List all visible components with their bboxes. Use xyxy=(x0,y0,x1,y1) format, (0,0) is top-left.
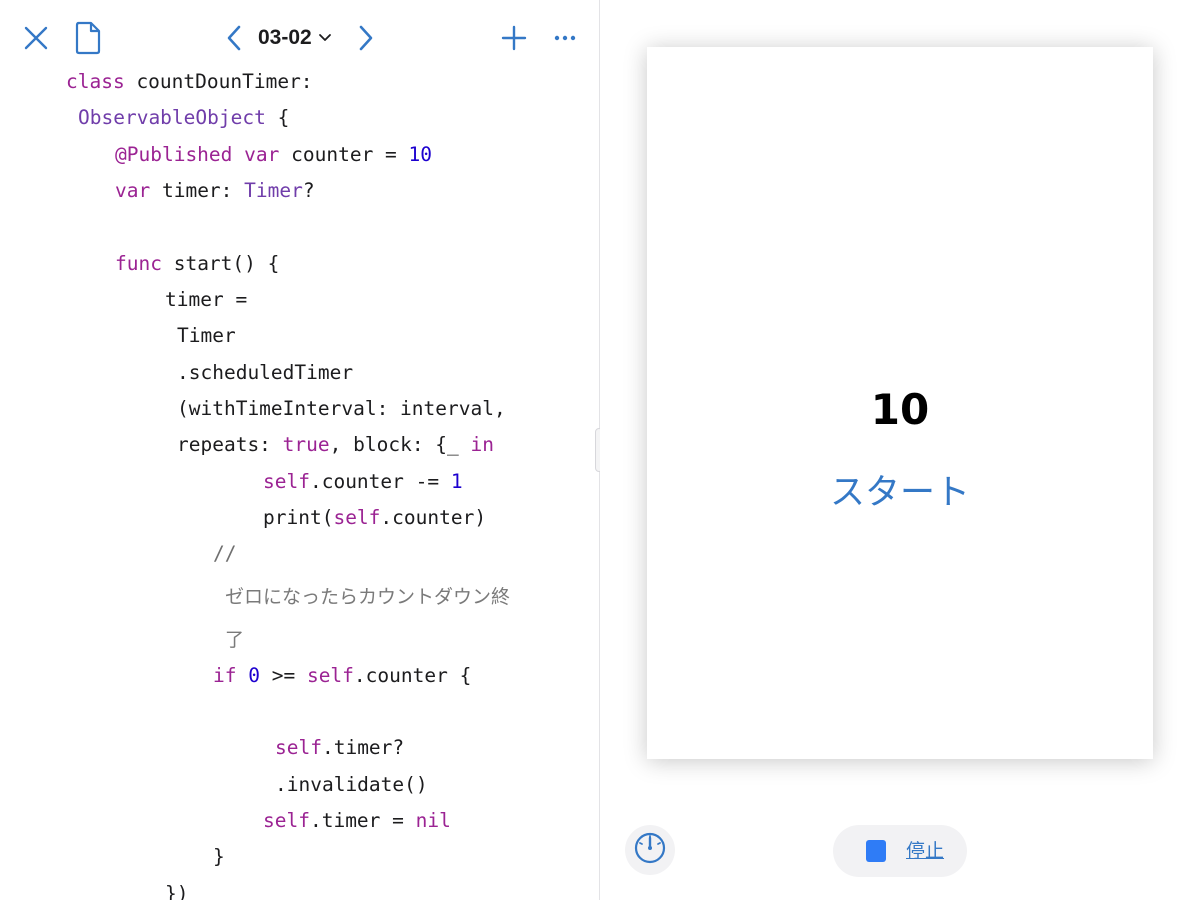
start-button[interactable]: スタート xyxy=(800,467,1000,519)
code-token: start() { xyxy=(161,252,280,275)
code-line: Timer xyxy=(177,318,236,354)
code-token: .counter) xyxy=(380,506,487,529)
code-token: true xyxy=(282,433,330,456)
code-token: self xyxy=(263,809,310,832)
code-token: timer: xyxy=(150,179,245,202)
code-token: >= xyxy=(259,664,307,687)
code-line: 了 xyxy=(225,622,244,658)
code-token: .scheduledTimer xyxy=(177,361,354,384)
code-token: in xyxy=(470,433,495,456)
code-token: 0 xyxy=(248,664,260,687)
code-line: self.timer? xyxy=(275,730,404,766)
code-token: ? xyxy=(302,179,315,202)
code-token: }) xyxy=(165,882,189,900)
code-line: self.timer = nil xyxy=(263,803,451,839)
more-options-button[interactable] xyxy=(548,20,582,56)
stop-label: 停止 xyxy=(906,840,945,862)
file-name: 03-02 xyxy=(258,26,312,49)
document-button[interactable] xyxy=(70,18,106,58)
close-icon xyxy=(23,25,49,51)
code-line: timer = xyxy=(165,282,247,318)
speedometer-icon xyxy=(633,831,667,870)
code-token: .timer = xyxy=(309,809,416,832)
code-line: @Published var counter = 10 xyxy=(115,137,432,173)
code-token: self xyxy=(263,470,310,493)
code-token: .counter { xyxy=(353,664,472,687)
code-token: repeats: xyxy=(177,433,283,456)
code-line: .invalidate() xyxy=(275,767,428,803)
live-preview-pane: 10 スタート 停止 xyxy=(600,0,1200,900)
chevron-left-icon xyxy=(226,25,242,51)
code-token: self xyxy=(275,736,322,759)
close-button[interactable] xyxy=(18,20,54,56)
app-window: 03-02 class countDounTimer: ObservableOb… xyxy=(0,0,1200,900)
code-token: ObservableObject xyxy=(78,106,266,129)
preview-device-screen: 10 スタート xyxy=(647,47,1153,759)
code-token: print( xyxy=(263,506,334,529)
code-line: if 0 >= self.counter { xyxy=(213,658,471,694)
chevron-right-icon xyxy=(358,25,374,51)
code-token: self xyxy=(333,506,381,529)
code-line: // xyxy=(213,536,236,572)
code-token: .timer? xyxy=(321,736,405,759)
code-token: nil xyxy=(415,809,451,832)
code-token: self xyxy=(306,664,354,687)
code-token: // xyxy=(213,542,237,565)
code-token: ゼロになったらカウントダウン終 xyxy=(225,586,511,608)
code-token: .counter -= xyxy=(309,470,451,493)
code-token: { xyxy=(265,106,290,129)
code-line: var timer: Timer? xyxy=(115,173,315,209)
code-token: 10 xyxy=(408,143,433,166)
ellipsis-icon xyxy=(554,35,576,41)
code-token: var xyxy=(115,179,151,202)
code-token: Timer xyxy=(244,179,303,202)
code-line: .scheduledTimer xyxy=(177,355,353,391)
code-line: class countDounTimer: xyxy=(66,64,313,100)
code-line: ゼロになったらカウントダウン終 xyxy=(225,579,510,615)
code-token: (withTimeInterval: interval, xyxy=(177,397,506,420)
code-line: self.counter -= 1 xyxy=(263,464,463,500)
chevron-down-icon xyxy=(318,33,332,43)
code-token: , block: {_ xyxy=(329,433,471,456)
code-token: @Published xyxy=(115,143,233,166)
code-token: .invalidate() xyxy=(275,773,428,796)
code-token: 1 xyxy=(450,470,463,493)
code-token: counter = xyxy=(279,143,409,166)
code-line: } xyxy=(213,839,225,875)
code-token: Timer xyxy=(177,324,236,347)
code-token: } xyxy=(213,845,225,868)
code-token: timer = xyxy=(165,288,248,311)
next-file-button[interactable] xyxy=(352,20,380,56)
code-token: 了 xyxy=(225,629,245,651)
stop-icon xyxy=(866,840,886,862)
code-line: ObservableObject { xyxy=(78,100,289,136)
code-editor-pane: 03-02 class countDounTimer: ObservableOb… xyxy=(0,0,600,900)
code-line: func start() { xyxy=(115,246,279,282)
performance-button[interactable] xyxy=(625,825,675,875)
previous-file-button[interactable] xyxy=(220,20,248,56)
code-token: func xyxy=(115,252,162,275)
code-line: }) xyxy=(165,876,188,900)
plus-icon xyxy=(501,25,527,51)
code-token: var xyxy=(244,143,280,166)
counter-value: 10 xyxy=(870,385,930,434)
file-title-menu[interactable]: 03-02 xyxy=(258,22,332,54)
code-token: countDounTimer: xyxy=(124,70,313,93)
code-token: class xyxy=(66,70,125,93)
code-line: repeats: true, block: {_ in xyxy=(177,427,494,463)
document-icon xyxy=(74,21,102,55)
stop-button[interactable]: 停止 xyxy=(833,825,967,877)
code-token: if xyxy=(213,664,237,687)
code-line: (withTimeInterval: interval, xyxy=(177,391,506,427)
code-line: print(self.counter) xyxy=(263,500,486,536)
add-button[interactable] xyxy=(496,20,532,56)
